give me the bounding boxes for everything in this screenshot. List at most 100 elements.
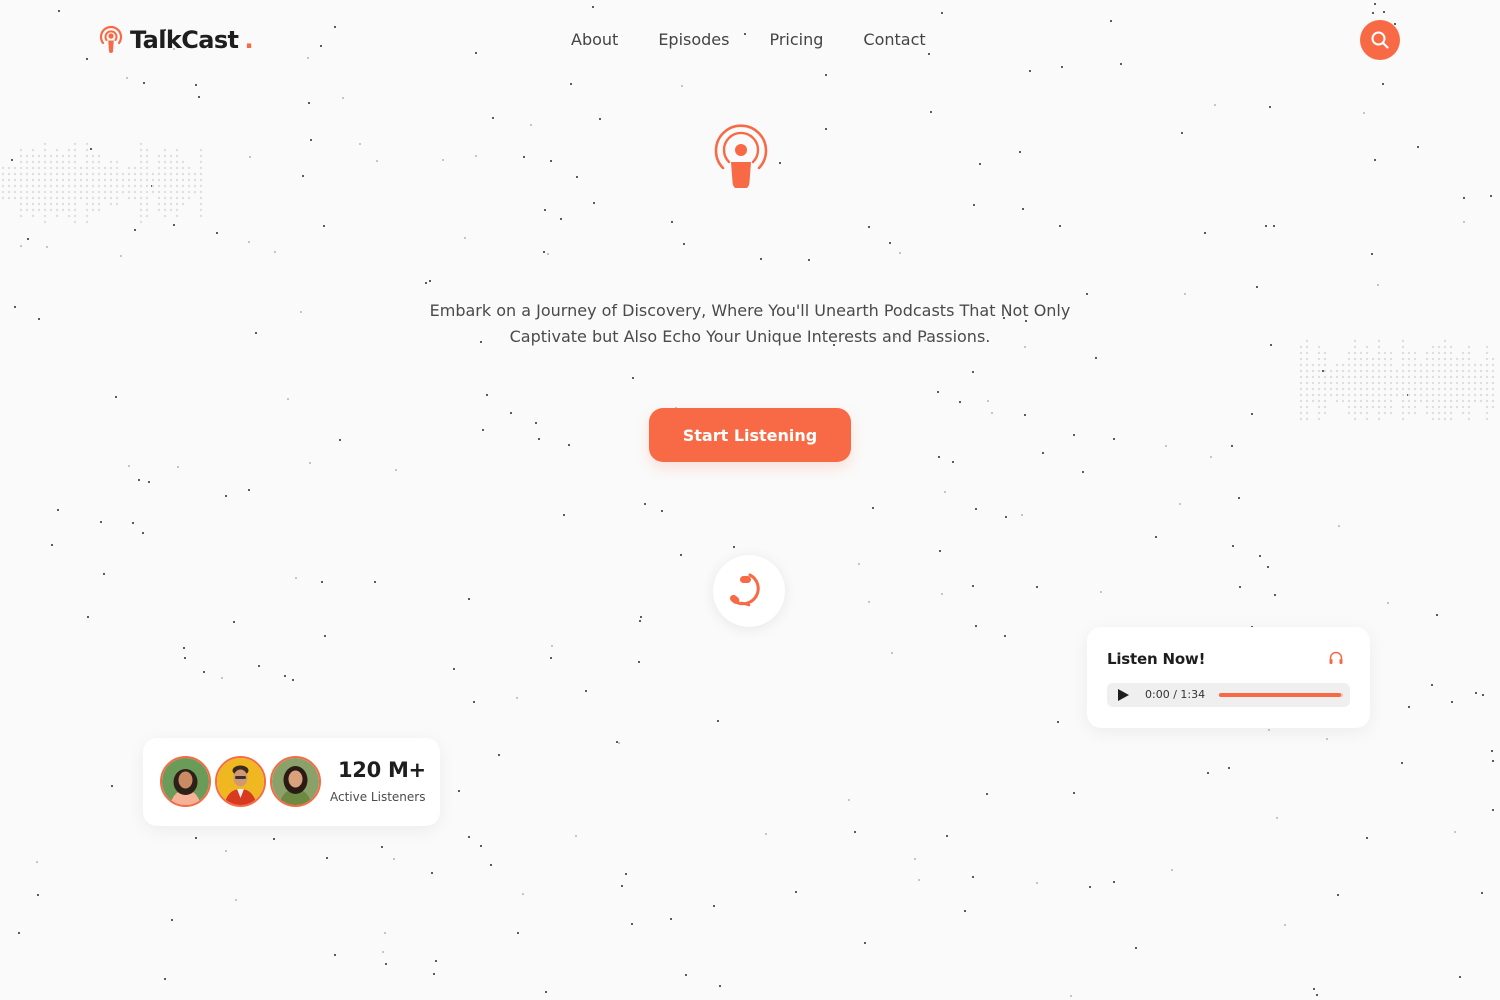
star-dot bbox=[930, 111, 932, 113]
wave-dot bbox=[157, 172, 161, 176]
play-button[interactable] bbox=[1116, 689, 1130, 702]
wave-dot bbox=[145, 190, 149, 194]
wave-dot bbox=[43, 172, 47, 176]
wave-dot bbox=[91, 166, 95, 170]
wave-dot bbox=[1389, 369, 1393, 373]
star-dot bbox=[143, 82, 145, 84]
wave-dot bbox=[1425, 411, 1429, 415]
nav-contact[interactable]: Contact bbox=[863, 30, 925, 49]
wave-dot bbox=[49, 154, 53, 158]
star-dot bbox=[1401, 762, 1403, 764]
wave-dot bbox=[133, 190, 137, 194]
star-dot bbox=[1073, 792, 1075, 794]
star-dot bbox=[1113, 881, 1115, 883]
wave-dot bbox=[1329, 375, 1333, 379]
wave-dot bbox=[1305, 393, 1309, 397]
wave-dot bbox=[187, 166, 191, 170]
wave-dot bbox=[199, 178, 203, 182]
wave-dot bbox=[1425, 393, 1429, 397]
star-dot bbox=[132, 522, 134, 524]
star-dot bbox=[972, 371, 974, 373]
wave-dot bbox=[7, 190, 11, 194]
star-dot bbox=[685, 974, 687, 976]
star-dot bbox=[1036, 882, 1038, 884]
nav-about[interactable]: About bbox=[571, 30, 618, 49]
wave-dot bbox=[1305, 417, 1309, 421]
star-dot bbox=[310, 139, 312, 141]
star-dot bbox=[1276, 817, 1278, 819]
wave-dot bbox=[1443, 363, 1447, 367]
wave-dot bbox=[37, 160, 41, 164]
star-dot bbox=[972, 876, 974, 878]
progress-fill bbox=[1219, 693, 1341, 697]
wave-dot bbox=[91, 190, 95, 194]
wave-dot bbox=[145, 184, 149, 188]
wave-dot bbox=[37, 202, 41, 206]
start-listening-button[interactable]: Start Listening bbox=[649, 408, 851, 462]
wave-dot bbox=[1389, 387, 1393, 391]
wave-dot bbox=[37, 166, 41, 170]
brand-logo[interactable]: TalkCast. bbox=[98, 24, 254, 56]
wave-dot bbox=[1425, 375, 1429, 379]
star-dot bbox=[58, 10, 60, 12]
star-dot bbox=[973, 204, 975, 206]
wave-dot bbox=[19, 202, 23, 206]
wave-dot bbox=[79, 166, 83, 170]
star-dot bbox=[1374, 3, 1376, 5]
star-dot bbox=[585, 690, 587, 692]
wave-dot bbox=[61, 154, 65, 158]
nav-episodes[interactable]: Episodes bbox=[658, 30, 729, 49]
wave-dot bbox=[199, 148, 203, 152]
wave-dot bbox=[1371, 405, 1375, 409]
star-dot bbox=[480, 845, 482, 847]
star-dot bbox=[1284, 924, 1286, 926]
wave-dot bbox=[85, 214, 89, 218]
wave-dot bbox=[31, 166, 35, 170]
star-dot bbox=[1322, 370, 1324, 372]
wave-dot bbox=[1491, 381, 1495, 385]
wave-dot bbox=[1299, 357, 1303, 361]
progress-track[interactable] bbox=[1219, 693, 1343, 697]
wave-dot bbox=[1443, 339, 1447, 343]
star-dot bbox=[492, 117, 494, 119]
wave-dot bbox=[1467, 363, 1471, 367]
wave-dot bbox=[109, 190, 113, 194]
wave-dot bbox=[1389, 411, 1393, 415]
wave-dot bbox=[1299, 405, 1303, 409]
star-dot bbox=[128, 465, 130, 467]
wave-dot bbox=[157, 208, 161, 212]
star-dot bbox=[568, 444, 570, 446]
wave-dot bbox=[19, 166, 23, 170]
wave-dot bbox=[85, 196, 89, 200]
wave-dot bbox=[169, 172, 173, 176]
wave-dot bbox=[1299, 375, 1303, 379]
star-dot bbox=[183, 647, 185, 649]
star-dot bbox=[320, 45, 322, 47]
star-dot bbox=[543, 251, 545, 253]
wave-dot bbox=[157, 166, 161, 170]
star-dot bbox=[975, 508, 977, 510]
wave-dot bbox=[199, 154, 203, 158]
nav-pricing[interactable]: Pricing bbox=[769, 30, 823, 49]
star-dot bbox=[453, 668, 455, 670]
wave-dot bbox=[1389, 363, 1393, 367]
wave-dot bbox=[1419, 393, 1423, 397]
star-dot bbox=[221, 677, 223, 679]
wave-dot bbox=[55, 148, 59, 152]
wave-dot bbox=[1389, 351, 1393, 355]
search-button[interactable] bbox=[1360, 20, 1400, 60]
wave-dot bbox=[1371, 357, 1375, 361]
wave-dot bbox=[175, 178, 179, 182]
wave-dot bbox=[157, 190, 161, 194]
wave-dot bbox=[175, 166, 179, 170]
wave-dot bbox=[1401, 387, 1405, 391]
wave-dot bbox=[1377, 417, 1381, 421]
wave-dot bbox=[1323, 363, 1327, 367]
star-dot bbox=[1207, 772, 1209, 774]
wave-dot bbox=[1437, 357, 1441, 361]
wave-dot bbox=[73, 142, 77, 146]
wave-dot bbox=[1491, 393, 1495, 397]
star-dot bbox=[1451, 701, 1453, 703]
wave-dot bbox=[1473, 375, 1477, 379]
wave-dot bbox=[1479, 393, 1483, 397]
